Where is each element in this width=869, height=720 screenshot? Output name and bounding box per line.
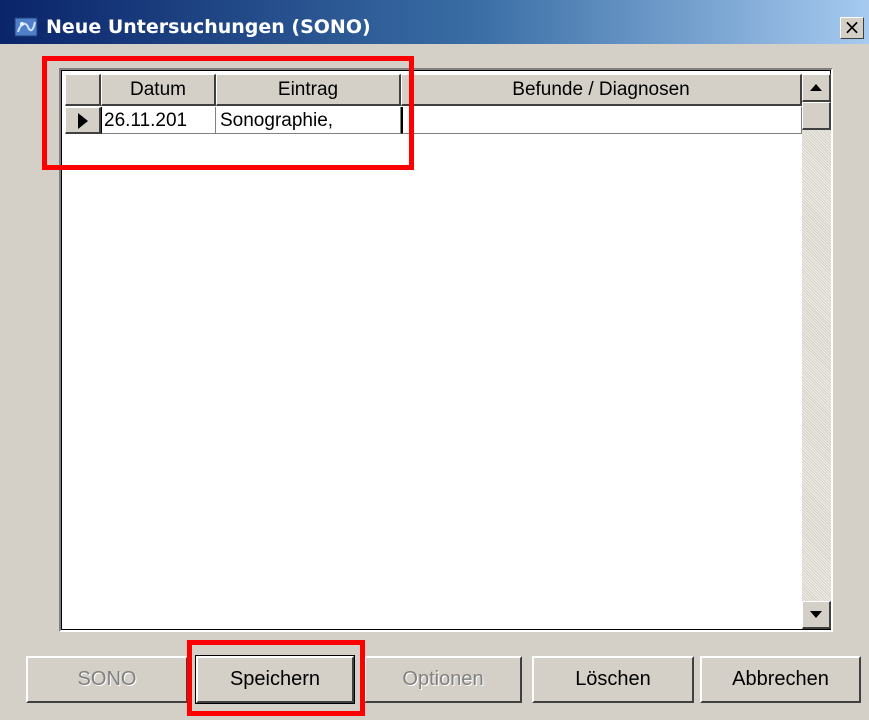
optionen-button[interactable]: Optionen bbox=[364, 656, 522, 703]
column-header-eintrag[interactable]: Eintrag bbox=[216, 74, 401, 106]
arrow-down-icon bbox=[810, 611, 822, 618]
close-icon: × bbox=[843, 15, 861, 39]
row-header-corner bbox=[65, 74, 101, 106]
arrow-up-icon bbox=[810, 84, 822, 91]
row-indicator[interactable] bbox=[65, 107, 101, 134]
cell-eintrag[interactable]: Sonographie, bbox=[216, 107, 401, 134]
vertical-scrollbar[interactable] bbox=[802, 74, 831, 629]
scroll-down-button[interactable] bbox=[802, 601, 831, 629]
current-row-arrow-icon bbox=[78, 113, 88, 129]
cell-befunde[interactable] bbox=[401, 107, 802, 134]
sono-button[interactable]: SONO bbox=[26, 656, 188, 703]
close-button[interactable]: × bbox=[840, 17, 864, 39]
loeschen-button[interactable]: Löschen bbox=[532, 656, 694, 703]
abbrechen-button[interactable]: Abbrechen bbox=[700, 656, 861, 703]
window-title: Neue Untersuchungen (SONO) bbox=[46, 16, 371, 38]
grid-body: Datum Eintrag Befunde / Diagnosen 26.11.… bbox=[61, 70, 831, 630]
speichern-button[interactable]: Speichern bbox=[195, 655, 355, 704]
scroll-up-button[interactable] bbox=[802, 74, 831, 102]
title-bar[interactable]: Neue Untersuchungen (SONO) × bbox=[0, 0, 869, 44]
scroll-thumb[interactable] bbox=[802, 102, 831, 130]
column-header-datum[interactable]: Datum bbox=[101, 74, 216, 106]
column-header-befunde[interactable]: Befunde / Diagnosen bbox=[401, 74, 802, 106]
examinations-grid[interactable]: Datum Eintrag Befunde / Diagnosen 26.11.… bbox=[59, 68, 833, 632]
app-icon bbox=[14, 17, 38, 37]
cell-datum[interactable]: 26.11.201 bbox=[101, 107, 216, 134]
